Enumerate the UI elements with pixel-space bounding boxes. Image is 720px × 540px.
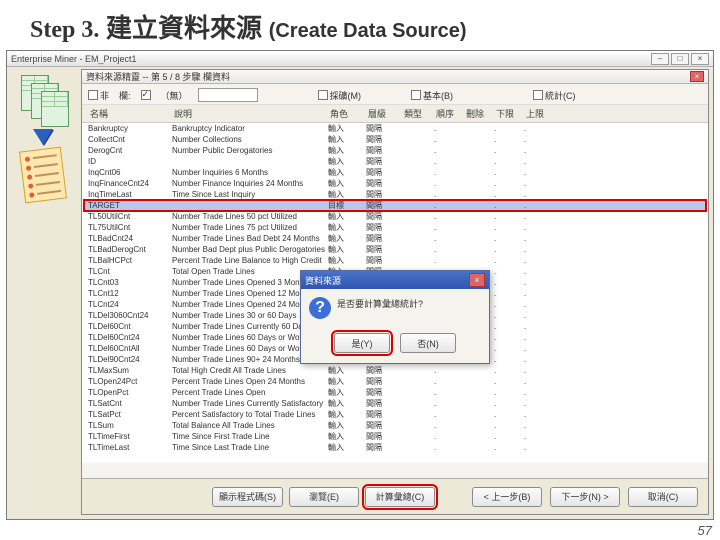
next-button[interactable]: 下一步(N) > [550,487,620,507]
table-row[interactable]: TLSatPctPercent Satisfactory to Total Tr… [84,409,706,420]
title-zh: 建立資料來源 [106,14,262,43]
dialog-message: 是否要計算彙總統計? [337,297,423,310]
dialog-yes-button[interactable]: 是(Y) [334,333,390,353]
dialog-no-button[interactable]: 否(N) [400,333,456,353]
list-icon [19,147,67,204]
basic-check[interactable]: 基本(B) [411,89,453,102]
arrow-down-icon [33,129,53,145]
minimize-button[interactable]: – [651,53,669,65]
dialog-titlebar: 資料來源 × [301,271,489,289]
hdr-name[interactable]: 名稱 [88,107,172,120]
filter-input-1[interactable] [198,88,258,102]
table-row[interactable]: CollectCntNumber Collections輸入間隔... [84,134,706,145]
grid-headers: 名稱 說明 角色 層級 類型 順序 刪除 下限 上限 [82,105,708,123]
table-row[interactable]: InqCnt06Number Inquiries 6 Months輸入間隔... [84,167,706,178]
table-row[interactable]: InqTimeLastTime Since Last Inquiry輸入間隔..… [84,189,706,200]
page-number: 57 [698,523,712,538]
table-row[interactable]: TL50UtilCntNumber Trade Lines 50 pct Uti… [84,211,706,222]
wizard-close-button[interactable]: × [690,71,704,82]
wizard-title: 資料來源精靈 -- 第 5 / 8 步驟 欄資料 [86,70,230,83]
hdr-lower[interactable]: 下限 [494,107,524,120]
confirm-dialog: 資料來源 × ? 是否要計算彙總統計? 是(Y) 否(N) [300,270,490,364]
question-icon: ? [309,297,331,319]
show-code-button[interactable]: 顯示程式碼(S) [212,487,283,507]
wizard-button-row: 顯示程式碼(S) 瀏覽(E) 計算彙總(C) < 上一步(B) 下一步(N) >… [82,478,708,514]
hdr-level[interactable]: 層級 [366,107,402,120]
show-label: （無） [161,89,188,102]
back-button[interactable]: < 上一步(B) [472,487,542,507]
dialog-close-button[interactable]: × [469,273,485,287]
wizard-icon-column [9,71,77,241]
hdr-type[interactable]: 類型 [402,107,434,120]
step-label: Step 3. [30,17,99,43]
table-row[interactable]: TLOpen24PctPercent Trade Lines Open 24 M… [84,376,706,387]
filter-row: 非 欄: （無） 採礦(M) 基本(B) 統計(C) [82,84,708,105]
tables-icon [21,75,65,125]
hdr-role[interactable]: 角色 [328,107,366,120]
table-row[interactable]: TLTimeLastTime Since Last Trade Line輸入間隔… [84,442,706,453]
hdr-upper[interactable]: 上限 [524,107,552,120]
explore-button[interactable]: 瀏覽(E) [289,487,359,507]
hdr-desc[interactable]: 說明 [172,107,328,120]
col-field-label: 欄: [119,89,131,102]
show-checkbox[interactable] [141,90,151,100]
table-row[interactable]: DerogCntNumber Public Derogatories輸入間隔..… [84,145,706,156]
app-title: Enterprise Miner - EM_Project1 [11,54,137,64]
slide-title: Step 3. 建立資料來源 (Create Data Source) [0,0,720,49]
table-row[interactable]: InqFinanceCnt24Number Finance Inquiries … [84,178,706,189]
table-row[interactable]: TLSatCntNumber Trade Lines Currently Sat… [84,398,706,409]
col-label: 非 [88,89,109,102]
table-row[interactable]: TL75UtilCntNumber Trade Lines 75 pct Uti… [84,222,706,233]
table-row[interactable]: TLMaxSumTotal High Credit All Trade Line… [84,365,706,376]
not-checkbox-1[interactable] [88,90,98,100]
close-button[interactable]: × [691,53,709,65]
wizard-titlebar: 資料來源精靈 -- 第 5 / 8 步驟 欄資料 × [82,70,708,84]
table-row[interactable]: TLOpenPctPercent Trade Lines Open輸入間隔... [84,387,706,398]
table-row[interactable]: BankruptcyBankruptcy Indicator輸入間隔... [84,123,706,134]
compute-summary-button[interactable]: 計算彙總(C) [365,487,435,507]
table-row[interactable]: TLTimeFirstTime Since First Trade Line輸入… [84,431,706,442]
title-en: (Create Data Source) [269,20,467,42]
table-row[interactable]: TLSumTotal Balance All Trade Lines輸入間隔..… [84,420,706,431]
table-row[interactable]: TLBalHCPctPercent Trade Line Balance to … [84,255,706,266]
hdr-drop[interactable]: 刪除 [464,107,494,120]
maximize-button[interactable]: □ [671,53,689,65]
table-row[interactable]: TARGET目標間隔... [84,200,706,211]
dialog-title: 資料來源 [305,274,341,287]
app-titlebar: Enterprise Miner - EM_Project1 – □ × [7,51,713,67]
stat-check[interactable]: 統計(C) [533,89,576,102]
table-row[interactable]: ID輸入間隔... [84,156,706,167]
table-row[interactable]: TLBadCnt24Number Trade Lines Bad Debt 24… [84,233,706,244]
table-row[interactable]: TLBadDerogCntNumber Bad Dept plus Public… [84,244,706,255]
hdr-order[interactable]: 順序 [434,107,464,120]
cancel-button[interactable]: 取消(C) [628,487,698,507]
mining-check[interactable]: 採礦(M) [318,89,362,102]
